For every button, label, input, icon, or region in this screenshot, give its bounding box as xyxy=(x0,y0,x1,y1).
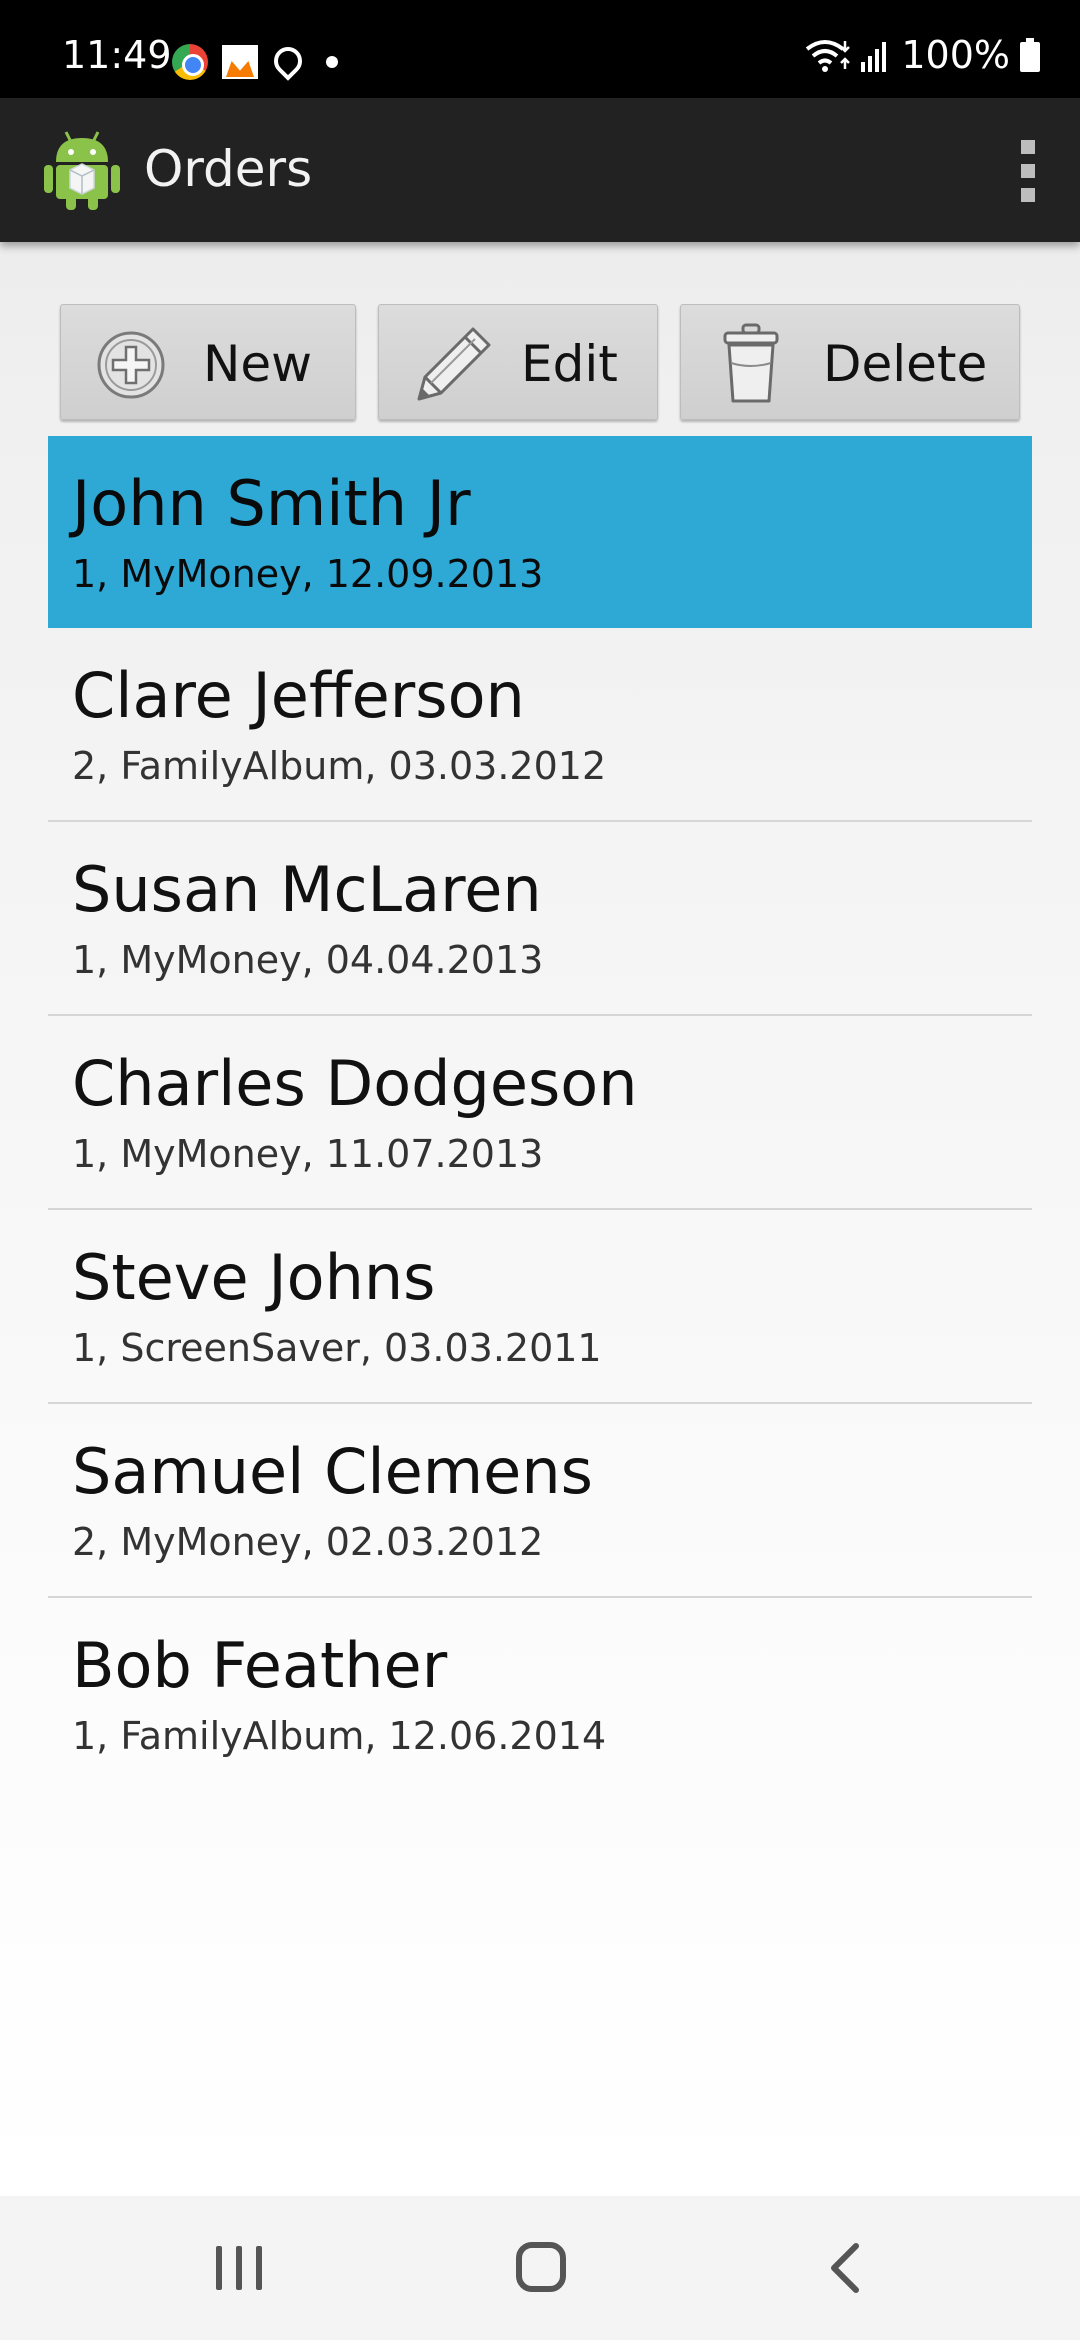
trash-icon xyxy=(721,323,781,409)
battery-percent: 100% xyxy=(901,33,1010,77)
list-item[interactable]: Charles Dodgeson 1, MyMoney, 11.07.2013 xyxy=(48,1016,1032,1210)
order-details: 2, MyMoney, 02.03.2012 xyxy=(72,1520,544,1564)
list-item[interactable]: Clare Jefferson 2, FamilyAlbum, 03.03.20… xyxy=(48,628,1032,822)
order-details: 1, MyMoney, 04.04.2013 xyxy=(72,938,544,982)
edit-button[interactable]: Edit xyxy=(378,304,658,420)
recents-button[interactable] xyxy=(216,2246,262,2290)
chrome-icon xyxy=(172,44,208,80)
order-customer-name: Steve Johns xyxy=(72,1241,436,1314)
order-customer-name: Samuel Clemens xyxy=(72,1435,593,1508)
back-button[interactable] xyxy=(826,2242,866,2294)
page-title: Orders xyxy=(144,140,313,198)
order-details: 2, FamilyAlbum, 03.03.2012 xyxy=(72,744,607,788)
order-details: 1, MyMoney, 12.09.2013 xyxy=(72,552,544,596)
delete-button[interactable]: Delete xyxy=(680,304,1020,420)
order-customer-name: Bob Feather xyxy=(72,1629,448,1702)
location-icon xyxy=(272,47,296,77)
system-nav-bar xyxy=(0,2196,1080,2340)
wifi-icon xyxy=(805,37,851,73)
overflow-menu-icon[interactable] xyxy=(1016,140,1040,202)
list-item[interactable]: John Smith Jr 1, MyMoney, 12.09.2013 xyxy=(48,436,1032,628)
list-item[interactable]: Steve Johns 1, ScreenSaver, 03.03.2011 xyxy=(48,1210,1032,1404)
list-item[interactable]: Samuel Clemens 2, MyMoney, 02.03.2012 xyxy=(48,1404,1032,1598)
app-notification-icon xyxy=(222,45,258,79)
edit-button-label: Edit xyxy=(521,335,618,393)
order-details: 1, FamilyAlbum, 12.06.2014 xyxy=(72,1714,607,1758)
order-customer-name: Charles Dodgeson xyxy=(72,1047,638,1120)
order-customer-name: John Smith Jr xyxy=(72,467,471,540)
order-customer-name: Clare Jefferson xyxy=(72,659,525,732)
new-button-label: New xyxy=(203,335,313,393)
add-circle-icon xyxy=(95,329,167,405)
home-button[interactable] xyxy=(516,2242,566,2292)
list-item[interactable]: Bob Feather 1, FamilyAlbum, 12.06.2014 xyxy=(48,1598,1032,1792)
status-time: 11:49 xyxy=(62,33,172,77)
order-details: 1, MyMoney, 11.07.2013 xyxy=(72,1132,544,1176)
orders-list: John Smith Jr 1, MyMoney, 12.09.2013 Cla… xyxy=(48,436,1032,1792)
order-details: 1, ScreenSaver, 03.03.2011 xyxy=(72,1326,602,1370)
battery-icon xyxy=(1020,38,1040,72)
signal-icon xyxy=(861,38,891,72)
status-bar: 11:49 100% xyxy=(0,0,1080,98)
list-item[interactable]: Susan McLaren 1, MyMoney, 04.04.2013 xyxy=(48,822,1032,1016)
android-logo-icon xyxy=(42,128,122,212)
system-status-icons: 100% xyxy=(805,36,1040,74)
delete-button-label: Delete xyxy=(823,335,988,393)
new-button[interactable]: New xyxy=(60,304,356,420)
notification-icons xyxy=(172,44,338,80)
app-bar: Orders xyxy=(0,98,1080,242)
order-customer-name: Susan McLaren xyxy=(72,853,542,926)
pencil-icon xyxy=(409,319,495,413)
dot-icon xyxy=(326,56,338,68)
